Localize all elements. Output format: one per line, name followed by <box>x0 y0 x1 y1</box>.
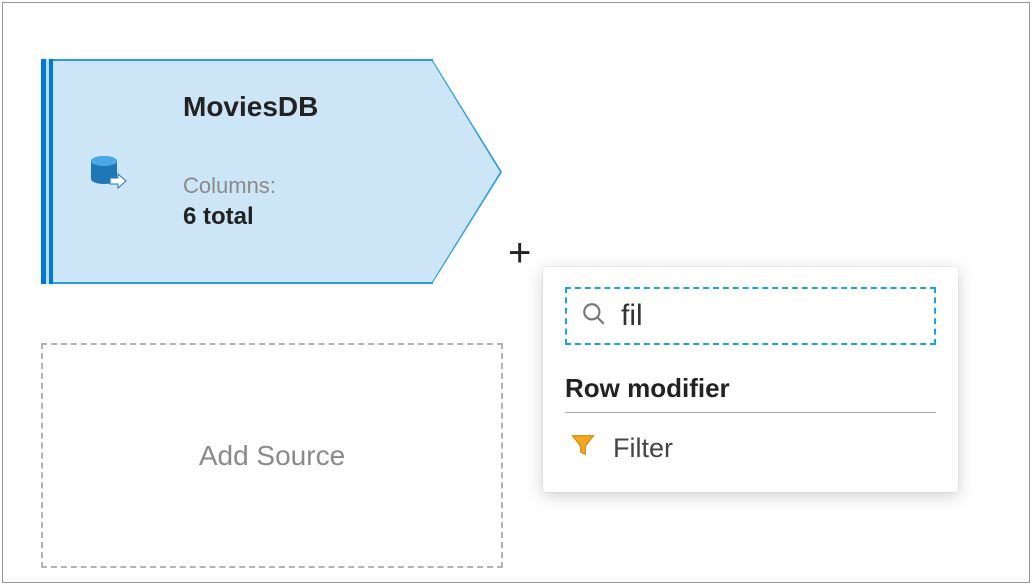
search-box[interactable] <box>565 287 936 345</box>
node-arrowhead <box>433 59 503 284</box>
add-transformation-button[interactable]: + <box>508 233 531 273</box>
search-icon <box>581 301 607 332</box>
menu-item-label: Filter <box>613 433 673 464</box>
node-columns-value: 6 total <box>183 203 413 231</box>
source-node[interactable]: MoviesDB Columns: 6 total <box>41 59 503 284</box>
node-icon-column <box>53 59 163 284</box>
node-columns-label: Columns: <box>183 173 413 199</box>
database-export-icon <box>86 150 130 194</box>
node-title: MoviesDB <box>183 91 413 123</box>
node-body: MoviesDB Columns: 6 total <box>163 59 433 284</box>
node-selection-bar <box>41 59 49 284</box>
menu-item-filter[interactable]: Filter <box>565 413 936 470</box>
section-header-row-modifier: Row modifier <box>565 373 936 413</box>
add-source-placeholder[interactable]: Add Source <box>41 343 503 568</box>
search-input[interactable] <box>621 299 1007 333</box>
funnel-icon <box>569 431 597 466</box>
transformation-picker-popup: Row modifier Filter <box>543 267 958 492</box>
add-source-label: Add Source <box>199 440 345 472</box>
dataflow-canvas[interactable]: MoviesDB Columns: 6 total + Add Source R… <box>2 2 1030 583</box>
